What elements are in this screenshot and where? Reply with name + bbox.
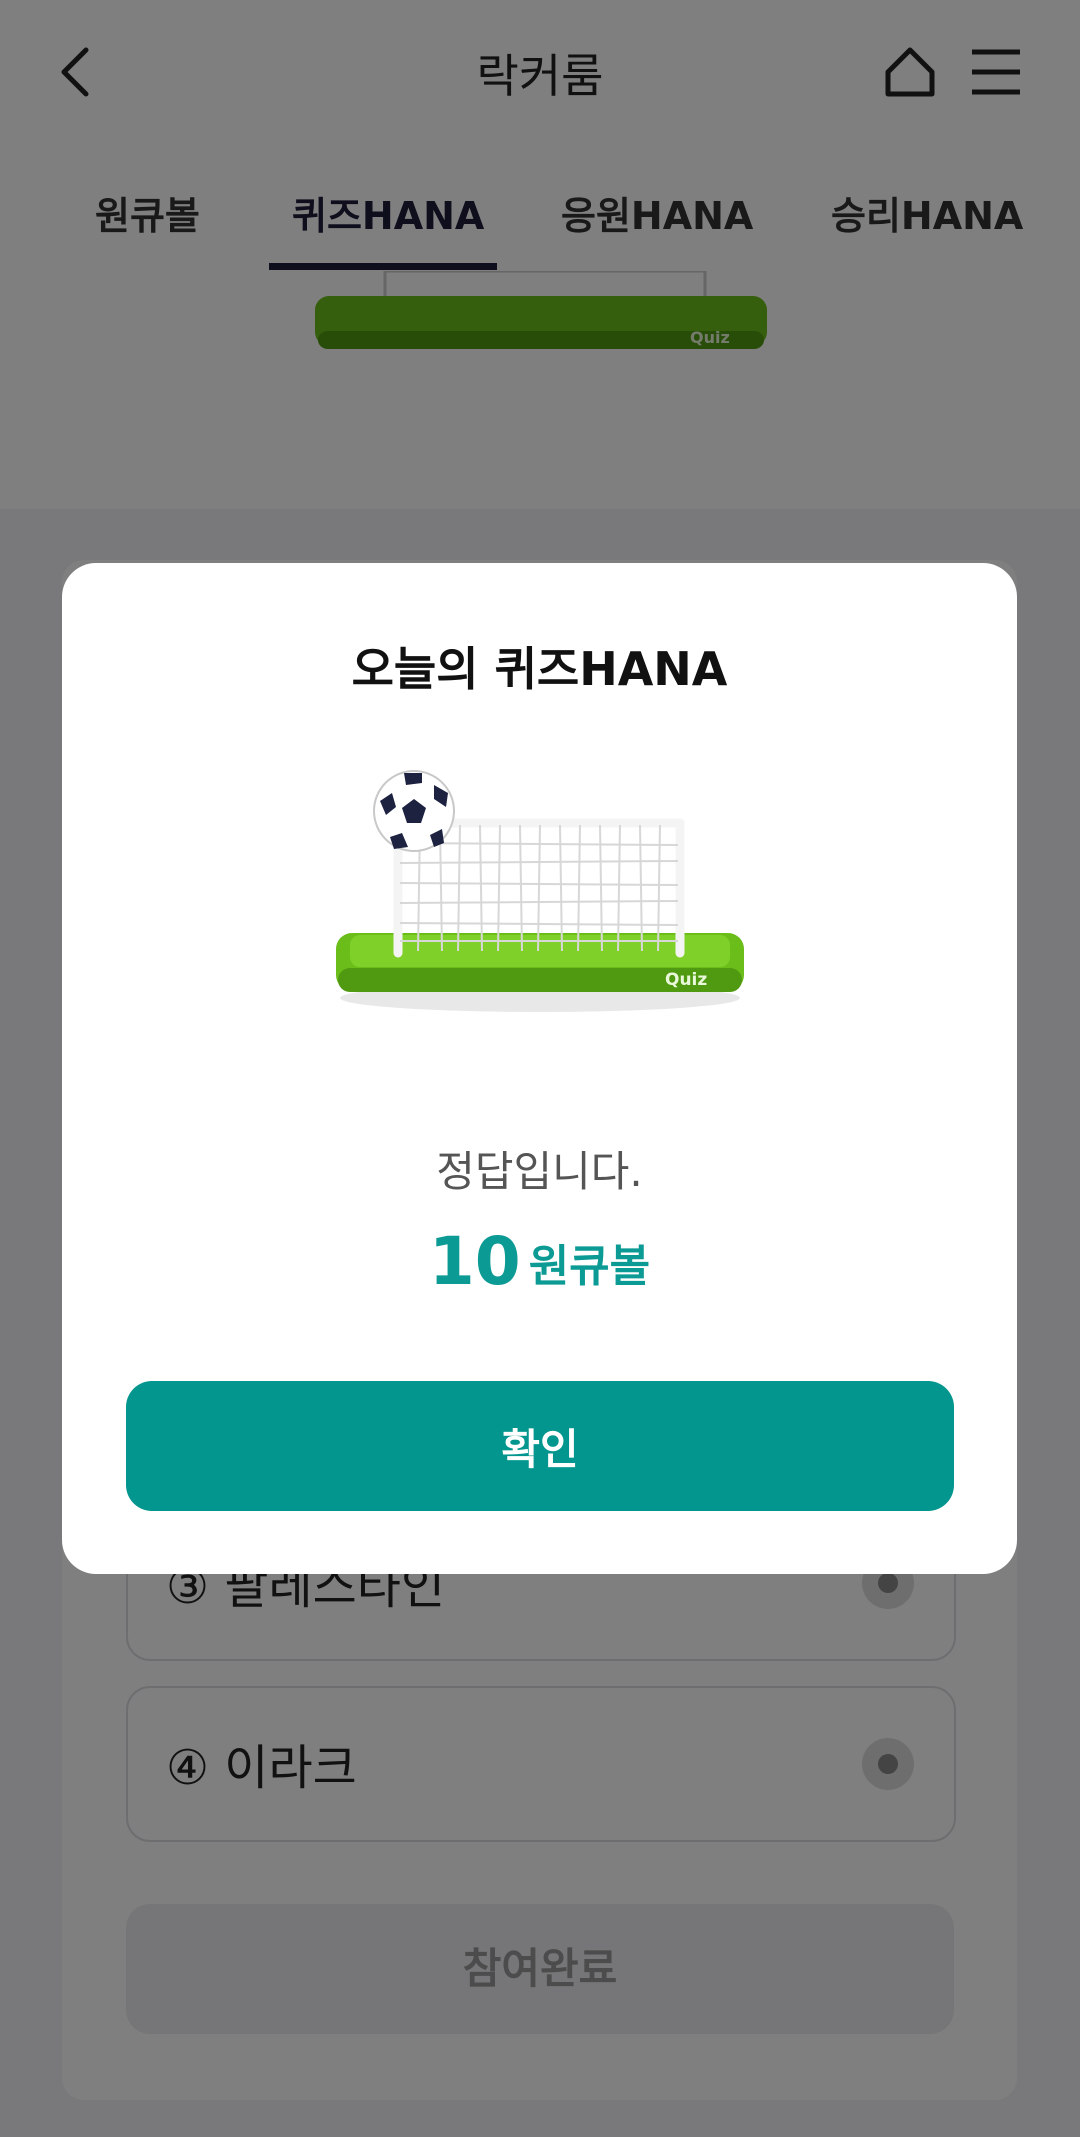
reward-unit: 원큐볼: [528, 1240, 651, 1292]
reward-display: 10 원큐볼: [62, 1223, 1017, 1300]
result-message: 정답입니다.: [436, 1147, 643, 1196]
modal-title: 오늘의 퀴즈HANA: [351, 642, 728, 696]
quiz-badge: Quiz: [665, 970, 707, 990]
quiz-result-modal: 오늘의 퀴즈HANA Quiz 정답입니다. 10 원큐볼 확인: [62, 563, 1017, 1574]
reward-amount: 10: [428, 1223, 521, 1300]
confirm-button[interactable]: 확인: [126, 1381, 954, 1511]
soccer-goal-illustration: Quiz: [336, 770, 744, 1012]
soccer-ball-icon: [373, 770, 455, 852]
